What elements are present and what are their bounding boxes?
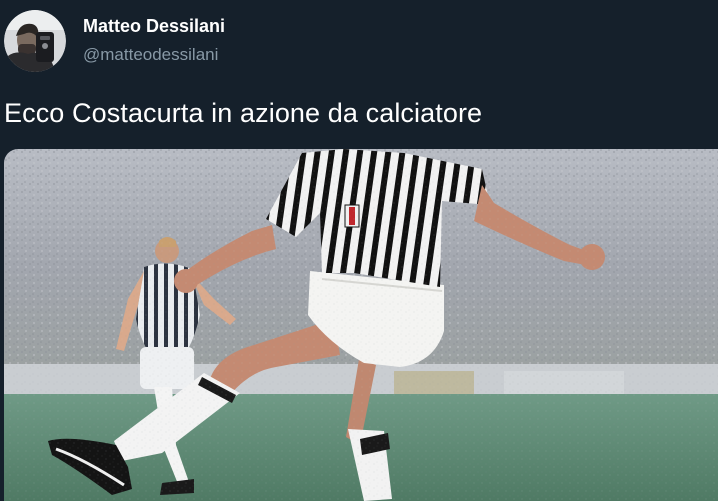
- football-player-photo-icon: [4, 149, 718, 501]
- user-handle[interactable]: @matteodessilani: [83, 45, 218, 65]
- tweet-text: Ecco Costacurta in azione da calciatore: [4, 98, 483, 128]
- tweet-photo[interactable]: [4, 149, 718, 501]
- avatar[interactable]: [4, 10, 66, 72]
- tweet-card: Matteo Dessilani @matteodessilani Ecco C…: [0, 0, 718, 501]
- tweet-header: Matteo Dessilani @matteodessilani: [0, 0, 718, 80]
- display-name[interactable]: Matteo Dessilani: [83, 16, 225, 37]
- user-avatar-icon: [4, 10, 66, 72]
